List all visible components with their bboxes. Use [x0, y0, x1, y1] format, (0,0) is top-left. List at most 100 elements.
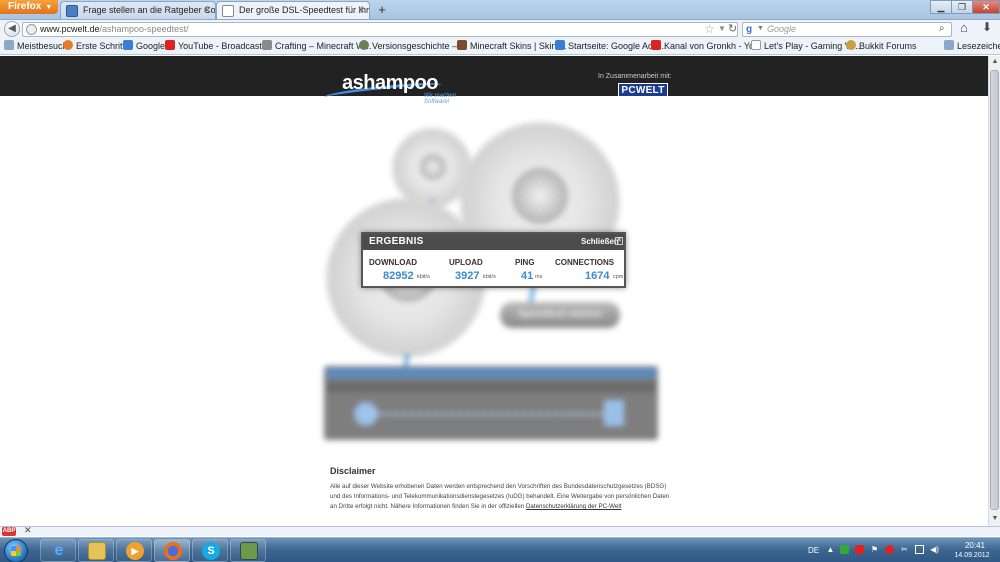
back-button[interactable]: ◀ — [4, 21, 20, 37]
page-scrollbar[interactable]: ▲ ▼ — [988, 56, 1000, 526]
new-tab-button[interactable]: + — [373, 2, 391, 18]
tab-close-icon[interactable]: ✕ — [203, 5, 211, 16]
bookmark-lets-play[interactable]: Let's Play - Gaming Vi... — [751, 40, 860, 51]
download-unit: kbit/s — [417, 274, 430, 280]
bookmarks-menu-icon — [944, 40, 954, 50]
connections-unit: cpm — [613, 274, 624, 280]
bookmark-meistbesucht[interactable]: Meistbesucht — [4, 40, 70, 51]
disclaimer-text: Alle auf dieser Website erhobenen Daten … — [330, 483, 670, 510]
close-label[interactable]: Schließen — [581, 237, 619, 246]
result-title: ERGEBNIS — [369, 236, 424, 247]
bookmark-bukkit[interactable]: Bukkit Forums — [846, 40, 917, 51]
close-icon[interactable]: ✕ — [615, 237, 623, 245]
engine-dropdown-icon[interactable]: ▼ — [757, 25, 764, 32]
bookmark-crafting[interactable]: Crafting – Minecraft W... — [262, 40, 372, 51]
bookmark-youtube-broadcast[interactable]: YouTube - Broadcast ... — [165, 40, 272, 51]
volume-icon[interactable]: ◀) — [930, 545, 939, 554]
wiki-icon — [359, 40, 369, 50]
speedtest-progress-panel — [324, 366, 658, 440]
search-bar[interactable]: g ▼ Google ⌕ — [742, 22, 952, 37]
scroll-thumb[interactable] — [990, 70, 999, 510]
site-header: ashampoo Wir machen Software! In Zusamme… — [0, 56, 988, 105]
maximize-button[interactable]: ❐ — [951, 0, 973, 14]
bookmark-versionsgeschichte[interactable]: Versionsgeschichte – ... — [359, 40, 467, 51]
downloads-icon[interactable]: ⬇ — [982, 20, 992, 34]
search-icon[interactable]: ⌕ — [939, 23, 945, 34]
taskbar-firefox[interactable] — [154, 539, 190, 562]
window-close-button[interactable]: ✕ — [972, 0, 1000, 14]
reload-icon[interactable]: ↻ — [728, 22, 737, 35]
antivirus-icon[interactable] — [855, 545, 864, 554]
clock-time[interactable]: 20:41 — [955, 541, 995, 550]
taskbar-file-explorer[interactable] — [78, 539, 114, 562]
upload-value: 3927 — [455, 270, 480, 282]
speedtest-start-button[interactable]: Speedtest starten — [500, 302, 620, 328]
tools-icon[interactable]: ✂ — [900, 545, 909, 554]
site-identity-icon[interactable] — [26, 24, 37, 35]
bookmark-erste-schritte[interactable]: Erste Schritte — [63, 40, 130, 51]
media-player-icon: ▶ — [126, 542, 144, 560]
taskbar-monitor-app[interactable] — [230, 539, 266, 562]
tab-close-icon[interactable]: ✕ — [357, 5, 365, 16]
bookmark-folder-icon — [4, 40, 14, 50]
bookmark-google[interactable]: Google — [123, 40, 165, 51]
google-icon — [123, 40, 133, 50]
navigation-toolbar: ◀ www.pcwelt.de/ashampoo-speedtest/ ☆ ▼ … — [0, 20, 1000, 38]
taskbar-internet-explorer[interactable]: e — [40, 539, 76, 562]
minimize-button[interactable]: ▁ — [930, 0, 952, 14]
search-input[interactable]: Google — [767, 24, 796, 34]
upload-label: UPLOAD — [449, 258, 483, 267]
addon-bar-close-icon[interactable]: ✕ — [24, 525, 32, 536]
tab-ratgeber[interactable]: Frage stellen an die Ratgeber Commu... ✕ — [60, 1, 216, 19]
page-icon — [751, 40, 761, 50]
url-text[interactable]: www.pcwelt.de/ashampoo-speedtest/ — [40, 24, 189, 34]
clock-date[interactable]: 14.09.2012 — [948, 552, 996, 559]
result-header: ERGEBNIS Schließen ✕ — [363, 234, 624, 250]
url-bar[interactable]: www.pcwelt.de/ashampoo-speedtest/ ☆ ▼ ↻ — [22, 22, 738, 37]
windows-logo-icon — [11, 546, 21, 556]
bookmark-google-adsense[interactable]: Startseite: Google AdS... — [555, 40, 667, 51]
bookmarks-toolbar: Meistbesucht Erste Schritte Google YouTu… — [0, 38, 1000, 55]
taskbar-media-player[interactable]: ▶ — [116, 539, 152, 562]
bookmark-star-icon[interactable]: ☆ — [704, 22, 715, 36]
download-label: DOWNLOAD — [369, 258, 417, 267]
folder-icon — [88, 542, 106, 560]
bukkit-icon — [846, 40, 856, 50]
ping-value: 41 — [521, 270, 534, 282]
privacy-policy-link[interactable]: Datenschutzerklärung der PC-Welt — [526, 503, 622, 510]
scroll-up-icon[interactable]: ▲ — [989, 56, 1000, 68]
bookmarks-menu[interactable]: Lesezeichen — [944, 40, 1000, 51]
connections-value: 1674 — [585, 270, 610, 282]
window-titlebar: Firefox ▼ Frage stellen an die Ratgeber C… — [0, 0, 1000, 20]
pcwelt-logo[interactable]: PCWELT — [618, 83, 668, 97]
network-icon[interactable] — [915, 545, 924, 554]
monitor-icon — [240, 542, 258, 560]
windows-taskbar: e ▶ S DE ▲ ⚑ ✂ ◀) 20:41 14.09.2012 — [0, 537, 1000, 562]
disclaimer-title: Disclaimer — [330, 466, 376, 476]
home-icon[interactable]: ⌂ — [960, 20, 968, 35]
ping-label: PING — [515, 258, 535, 267]
taskbar-skype[interactable]: S — [192, 539, 228, 562]
security-shield-icon[interactable] — [840, 545, 849, 554]
bookmark-gronkh[interactable]: Kanal von Gronkh - Yo... — [651, 40, 762, 51]
firefox-icon — [63, 40, 73, 50]
bookmark-minecraft-skins[interactable]: Minecraft Skins | Skin ... — [457, 40, 566, 51]
start-button[interactable] — [4, 539, 28, 562]
language-indicator[interactable]: DE — [808, 546, 819, 555]
firefox-menu-button[interactable]: Firefox ▼ — [0, 0, 58, 14]
firefox-icon — [164, 542, 182, 560]
youtube-icon — [651, 40, 661, 50]
youtube-icon — [165, 40, 175, 50]
stop-sign-icon[interactable] — [885, 545, 894, 554]
action-center-flag-icon[interactable]: ⚑ — [870, 545, 879, 554]
upload-unit: kbit/s — [483, 274, 496, 280]
internet-explorer-icon: e — [54, 542, 64, 559]
history-dropdown-icon[interactable]: ▼ — [718, 24, 726, 33]
pcwelt-favicon-icon — [66, 5, 78, 17]
adblock-icon[interactable]: ABP — [2, 527, 16, 536]
ashampoo-logo[interactable]: ashampoo Wir machen Software! — [322, 62, 462, 105]
google-engine-icon[interactable]: g — [746, 24, 757, 35]
scroll-down-icon[interactable]: ▼ — [989, 513, 1000, 525]
tab-speedtest[interactable]: Der große DSL-Speedtest für Ihren DS... … — [216, 1, 370, 19]
show-hidden-icons-icon[interactable]: ▲ — [826, 545, 835, 554]
